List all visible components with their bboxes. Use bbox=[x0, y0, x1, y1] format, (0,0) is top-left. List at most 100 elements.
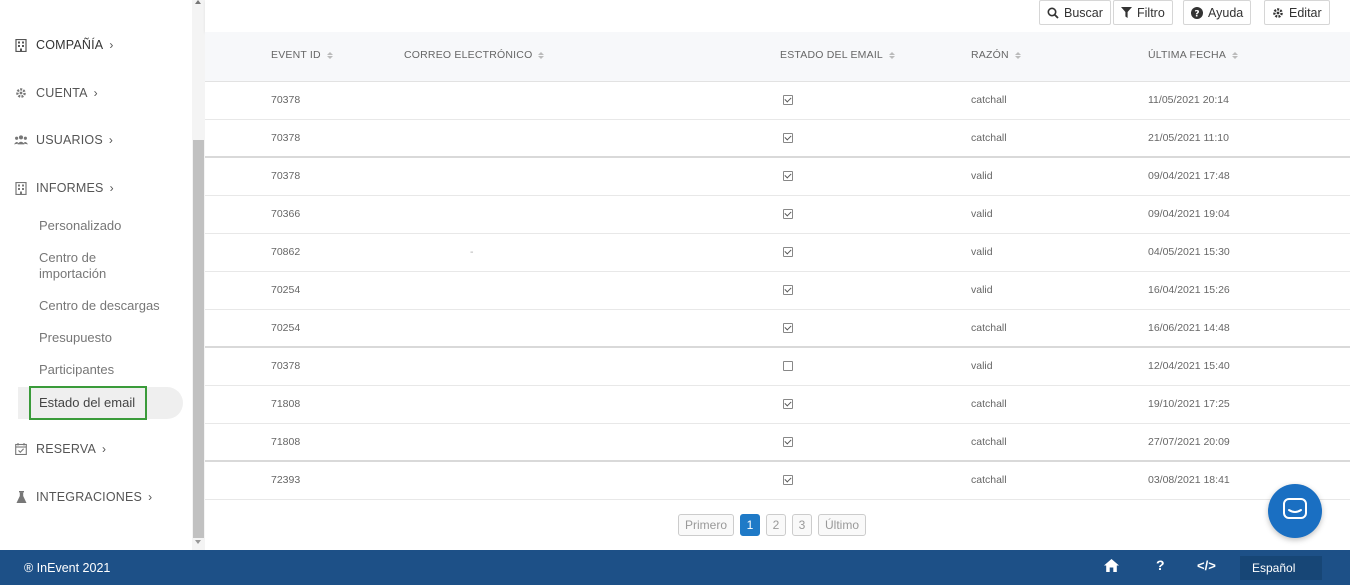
checkbox-checked-icon bbox=[783, 285, 793, 295]
cell-reason: valid bbox=[971, 360, 993, 372]
sort-icon bbox=[1232, 51, 1239, 59]
help-icon[interactable]: ? bbox=[1156, 557, 1165, 573]
chevron-right-icon: › bbox=[148, 490, 153, 504]
checkbox-checked-icon bbox=[783, 437, 793, 447]
pagination-page-2[interactable]: 2 bbox=[766, 514, 787, 536]
search-button-label: Buscar bbox=[1064, 5, 1103, 20]
table-row[interactable]: 70378 catchall 11/05/2021 20:14 bbox=[205, 82, 1350, 120]
app-root: COMPAÑÍA › CUENTA › USUARIOS › INFORMES … bbox=[0, 0, 1350, 585]
help-button[interactable]: ? Ayuda bbox=[1183, 0, 1252, 25]
sidebar-scrollbar-thumb[interactable] bbox=[193, 140, 204, 538]
sidebar-item-presupuesto[interactable]: Presupuesto bbox=[39, 330, 112, 346]
cell-last-date: 16/06/2021 14:48 bbox=[1148, 322, 1230, 334]
column-header-label: EVENT ID bbox=[271, 49, 321, 61]
sidebar-item-participantes[interactable]: Participantes bbox=[39, 362, 114, 378]
filter-button[interactable]: Filtro bbox=[1113, 0, 1173, 25]
column-header-email[interactable]: CORREO ELECTRÓNICO bbox=[404, 49, 545, 61]
cell-reason: catchall bbox=[971, 94, 1007, 106]
cell-last-date: 16/04/2021 15:26 bbox=[1148, 284, 1230, 296]
cell-last-date: 19/10/2021 17:25 bbox=[1148, 398, 1230, 410]
column-header-email-status[interactable]: ESTADO DEL EMAIL bbox=[780, 49, 895, 61]
chevron-right-icon: › bbox=[102, 442, 107, 456]
footer-copyright: ® InEvent 2021 bbox=[24, 561, 111, 575]
table-row[interactable]: 70862 - valid 04/05/2021 15:30 bbox=[205, 234, 1350, 272]
edit-button-label: Editar bbox=[1289, 5, 1322, 20]
table-row[interactable]: 70366 valid 09/04/2021 19:04 bbox=[205, 196, 1350, 234]
chat-launcher-button[interactable] bbox=[1268, 484, 1322, 538]
table-row[interactable]: 70378 catchall 21/05/2021 11:10 bbox=[205, 120, 1350, 158]
sidebar-section-label: INTEGRACIONES bbox=[36, 490, 143, 504]
pagination-first[interactable]: Primero bbox=[678, 514, 735, 536]
scroll-down-arrow-icon[interactable] bbox=[195, 540, 201, 544]
column-header-event-id[interactable]: EVENT ID bbox=[271, 49, 333, 61]
cell-event-id: 71808 bbox=[271, 436, 301, 448]
column-header-label: ÚLTIMA FECHA bbox=[1148, 49, 1227, 61]
checkbox-checked-icon bbox=[783, 95, 793, 105]
scroll-up-arrow-icon[interactable] bbox=[195, 0, 201, 4]
cell-event-id: 70254 bbox=[271, 284, 301, 296]
cell-last-date: 11/05/2021 20:14 bbox=[1148, 94, 1229, 106]
sidebar-section-label: CUENTA bbox=[36, 86, 88, 100]
chevron-right-icon: › bbox=[109, 38, 114, 52]
checkbox-unchecked-icon bbox=[783, 361, 793, 371]
sidebar-section-reserva[interactable]: RESERVA › bbox=[14, 442, 106, 456]
toolbar: Buscar Filtro ? Ayuda Editar bbox=[205, 0, 1350, 32]
sidebar-item-centro-descargas[interactable]: Centro de descargas bbox=[39, 298, 160, 314]
sidebar-section-usuarios[interactable]: USUARIOS › bbox=[14, 133, 113, 147]
table-row[interactable]: 71808 catchall 19/10/2021 17:25 bbox=[205, 386, 1350, 424]
cell-reason: valid bbox=[971, 208, 993, 220]
table-row[interactable]: 70378 valid 12/04/2021 15:40 bbox=[205, 348, 1350, 386]
code-icon[interactable]: </> bbox=[1197, 558, 1216, 573]
cell-email: - bbox=[470, 246, 474, 258]
chat-icon bbox=[1283, 497, 1307, 525]
edit-button[interactable]: Editar bbox=[1264, 0, 1330, 25]
question-circle-icon: ? bbox=[1191, 6, 1203, 19]
language-selector[interactable]: Español bbox=[1240, 556, 1322, 580]
pagination-page-3[interactable]: 3 bbox=[792, 514, 813, 536]
svg-text:?: ? bbox=[1194, 9, 1199, 19]
table-header: EVENT ID CORREO ELECTRÓNICO ESTADO DEL E… bbox=[205, 32, 1350, 82]
pagination-page-1[interactable]: 1 bbox=[740, 514, 761, 536]
sidebar-item-personalizado[interactable]: Personalizado bbox=[39, 218, 121, 234]
cell-reason: valid bbox=[971, 170, 993, 182]
sidebar-section-cuenta[interactable]: CUENTA › bbox=[14, 86, 98, 100]
sidebar-section-label: RESERVA bbox=[36, 442, 96, 456]
cell-last-date: 09/04/2021 17:48 bbox=[1148, 170, 1230, 182]
cell-reason: catchall bbox=[971, 436, 1007, 448]
users-icon bbox=[14, 133, 28, 147]
cell-last-date: 12/04/2021 15:40 bbox=[1148, 360, 1230, 372]
pagination: Primero 1 2 3 Último bbox=[678, 514, 867, 536]
home-icon[interactable] bbox=[1104, 559, 1119, 575]
sidebar-section-integraciones[interactable]: INTEGRACIONES › bbox=[14, 490, 152, 504]
table-row[interactable]: 72393 catchall 03/08/2021 18:41 bbox=[205, 462, 1350, 500]
checkbox-checked-icon bbox=[783, 247, 793, 257]
sort-icon bbox=[1014, 51, 1021, 59]
sidebar-item-estado-del-email[interactable]: Estado del email bbox=[39, 395, 135, 410]
calendar-check-icon bbox=[14, 442, 28, 456]
sidebar-item-centro-importacion[interactable]: Centro de importación bbox=[39, 250, 106, 282]
help-button-label: Ayuda bbox=[1208, 5, 1244, 20]
filter-button-label: Filtro bbox=[1137, 5, 1165, 20]
checkbox-checked-icon bbox=[783, 475, 793, 485]
column-header-reason[interactable]: RAZÓN bbox=[971, 49, 1021, 61]
column-header-label: CORREO ELECTRÓNICO bbox=[404, 49, 533, 61]
pagination-last[interactable]: Último bbox=[818, 514, 867, 536]
sidebar-section-label: COMPAÑÍA bbox=[36, 38, 104, 52]
column-header-label: ESTADO DEL EMAIL bbox=[780, 49, 883, 61]
chevron-right-icon: › bbox=[109, 181, 114, 195]
chevron-right-icon: › bbox=[93, 86, 98, 100]
cell-reason: catchall bbox=[971, 474, 1007, 486]
sort-icon bbox=[888, 51, 895, 59]
sidebar-section-compania[interactable]: COMPAÑÍA › bbox=[14, 38, 114, 52]
sidebar-section-informes[interactable]: INFORMES › bbox=[14, 181, 114, 195]
table-row[interactable]: 70254 valid 16/04/2021 15:26 bbox=[205, 272, 1350, 310]
search-button[interactable]: Buscar bbox=[1039, 0, 1111, 25]
table-row[interactable]: 70254 catchall 16/06/2021 14:48 bbox=[205, 310, 1350, 348]
flask-icon bbox=[14, 490, 28, 504]
table-row[interactable]: 71808 catchall 27/07/2021 20:09 bbox=[205, 424, 1350, 462]
table-row[interactable]: 70378 valid 09/04/2021 17:48 bbox=[205, 158, 1350, 196]
column-header-last-date[interactable]: ÚLTIMA FECHA bbox=[1148, 49, 1239, 61]
cell-reason: catchall bbox=[971, 398, 1007, 410]
sidebar: COMPAÑÍA › CUENTA › USUARIOS › INFORMES … bbox=[0, 0, 205, 550]
cell-event-id: 70378 bbox=[271, 170, 301, 182]
